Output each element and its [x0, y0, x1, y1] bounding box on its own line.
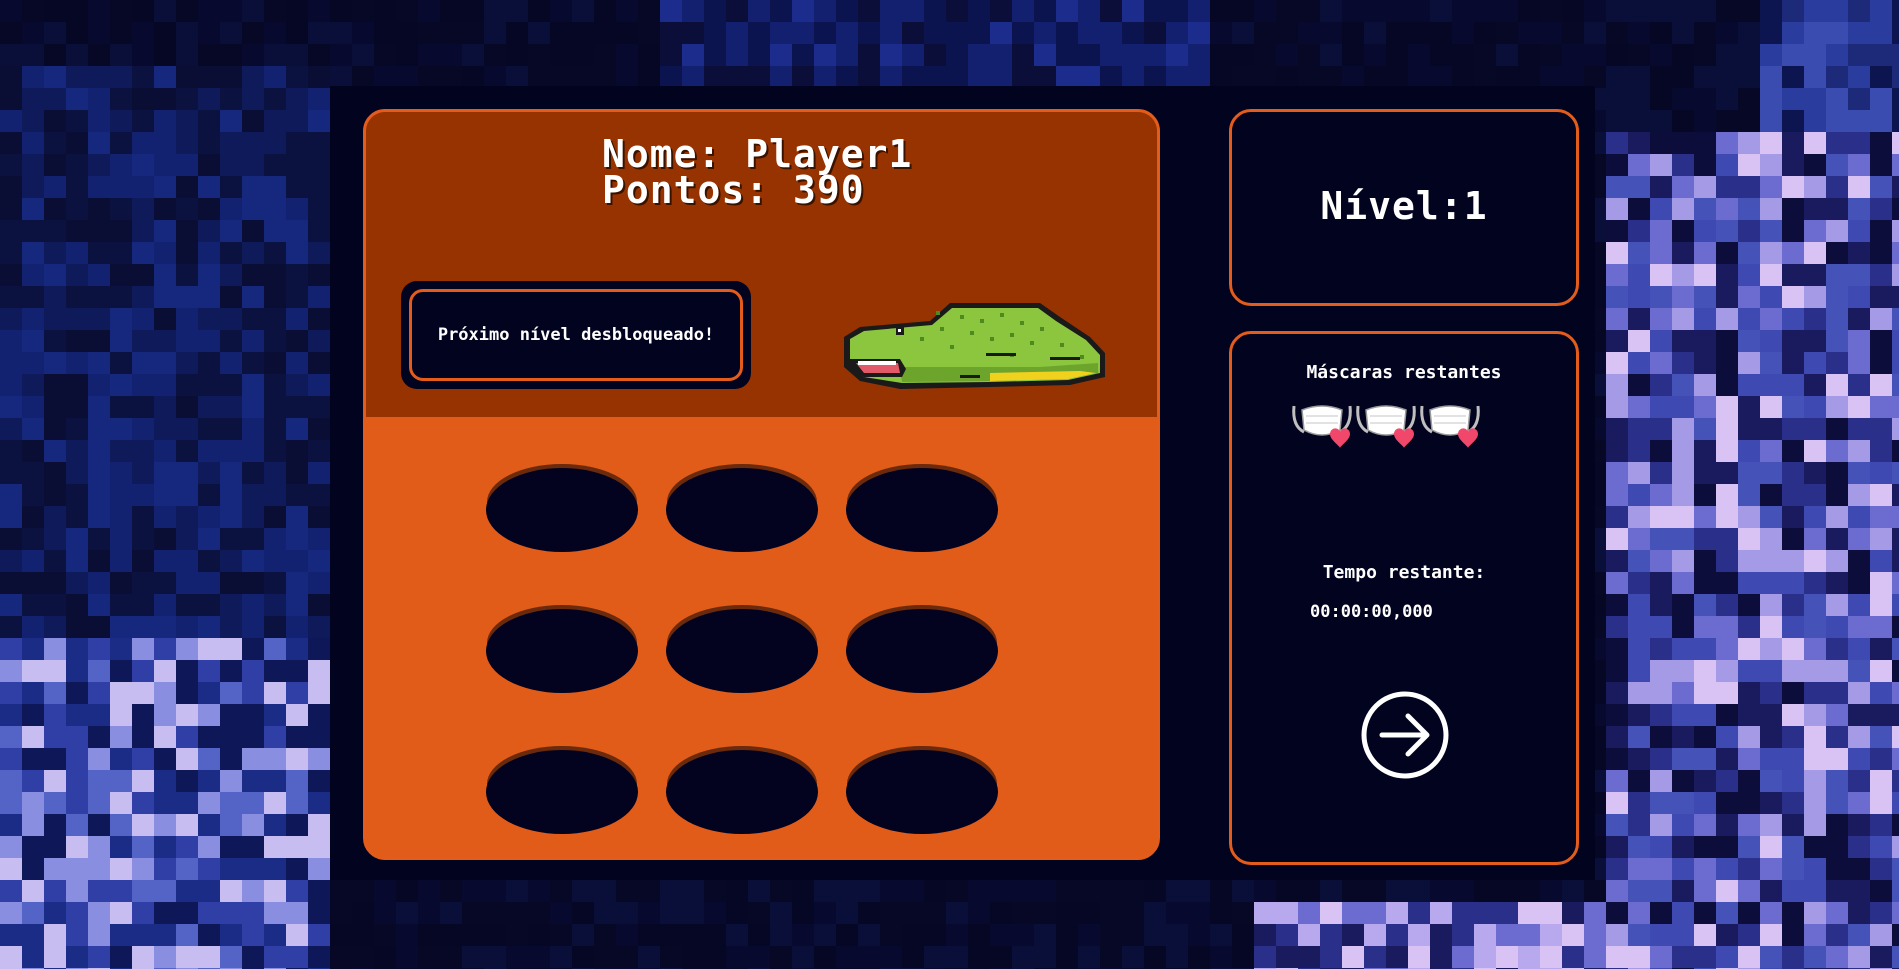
mole-hole[interactable]	[846, 742, 998, 838]
mole-hole[interactable]	[846, 601, 998, 697]
level-label: Nível:1	[1320, 184, 1488, 228]
mole-hole[interactable]	[666, 460, 818, 556]
next-button[interactable]	[1360, 690, 1450, 780]
game-board: Nome: Player1 Pontos: 390 Próximo nível …	[363, 109, 1160, 860]
level-panel: Nível:1	[1229, 109, 1579, 306]
time-label: Tempo restante:	[1322, 562, 1486, 583]
player-name: Nome: Player1	[602, 132, 913, 176]
mole-hole[interactable]	[486, 460, 638, 556]
game-header: Nome: Player1 Pontos: 390 Próximo nível …	[366, 112, 1157, 417]
mole-hole[interactable]	[846, 460, 998, 556]
mole-hole[interactable]	[666, 601, 818, 697]
mole-hole[interactable]	[666, 742, 818, 838]
mask-heart-icon	[1292, 405, 1352, 448]
player-info: Nome: Player1 Pontos: 390	[602, 132, 913, 212]
message-box: Próximo nível desbloqueado!	[401, 281, 751, 389]
mask-heart-icon	[1420, 405, 1480, 448]
mole-hole[interactable]	[486, 601, 638, 697]
masks-remaining	[1290, 396, 1482, 454]
time-value: 00:00:00,000	[1310, 602, 1433, 622]
masks-label: Máscaras restantes	[1306, 362, 1502, 383]
crocodile-icon	[844, 303, 1105, 389]
mask-heart-icon	[1356, 405, 1416, 448]
arrow-right-circle-icon	[1361, 691, 1449, 779]
level-unlocked-message: Próximo nível desbloqueado!	[409, 289, 743, 381]
player-points: Pontos: 390	[602, 168, 865, 212]
status-panel: Máscaras restantes Tempo restante: 00:00…	[1229, 331, 1579, 865]
mole-hole[interactable]	[486, 742, 638, 838]
